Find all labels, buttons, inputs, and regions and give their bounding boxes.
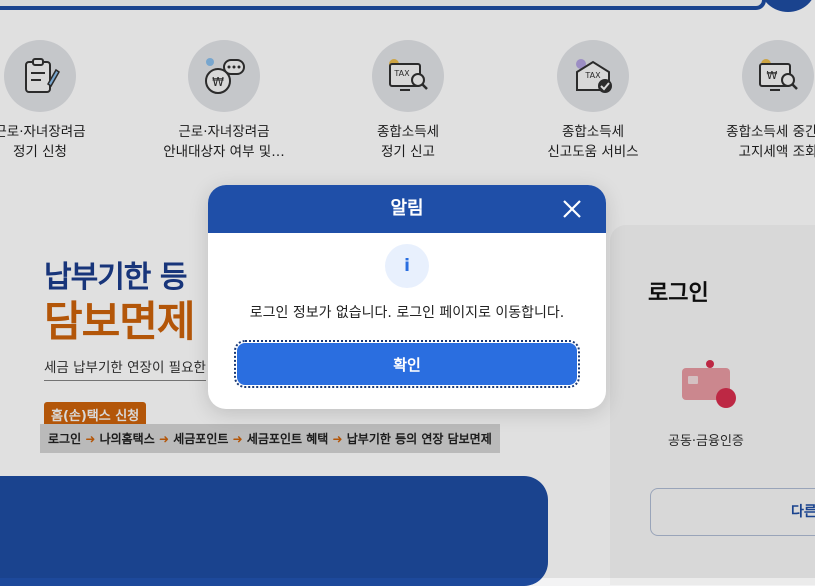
info-icon: i [385,244,429,288]
modal-title: 알림 [390,198,424,219]
close-icon[interactable] [560,197,584,221]
alert-modal: 알림 i 로그인 정보가 없습니다. 로그인 페이지로 이동합니다. 확인 [208,185,606,409]
confirm-button[interactable]: 확인 [234,340,580,388]
modal-message: 로그인 정보가 없습니다. 로그인 페이지로 이동합니다. [249,305,565,321]
modal-header: 알림 [208,185,606,233]
